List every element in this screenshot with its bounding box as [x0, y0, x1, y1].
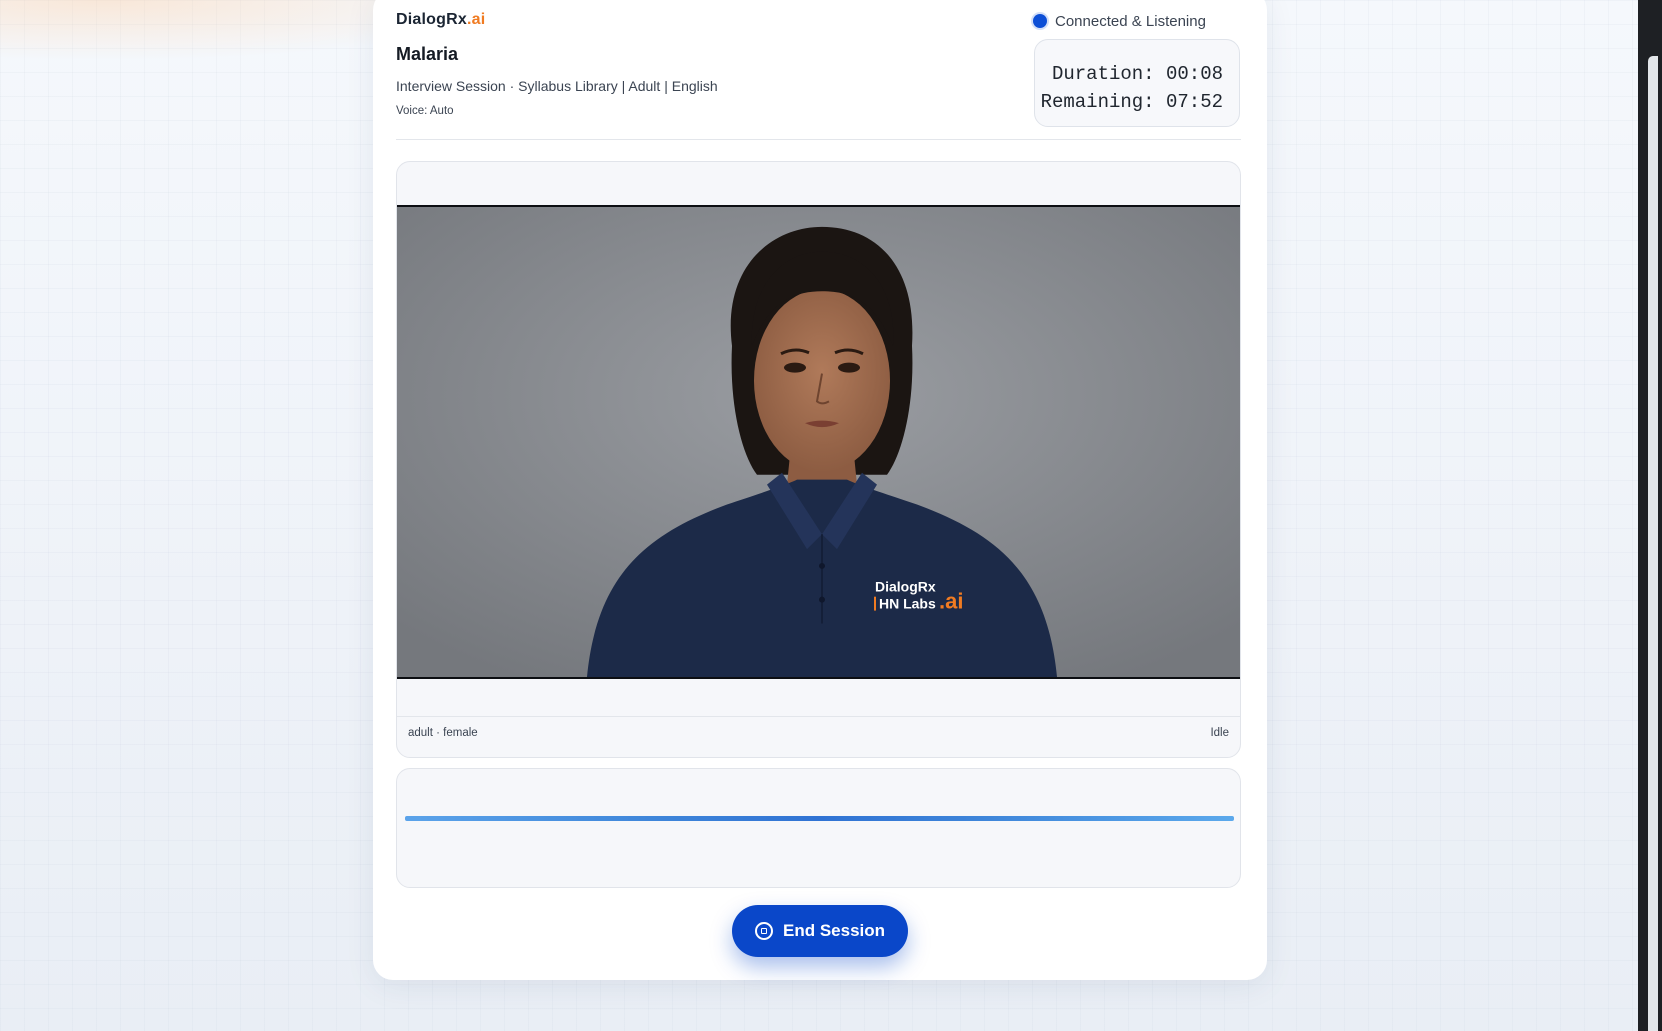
stop-circle-icon: [754, 922, 773, 940]
scrollbar-track[interactable]: [1638, 0, 1662, 1031]
status-label: Connected & Listening: [1055, 12, 1206, 30]
scrollbar-thumb[interactable]: [1648, 56, 1658, 1031]
session-title: Malaria: [396, 44, 459, 64]
avatar-video: DialogRx HN Labs .ai: [397, 205, 1240, 679]
remaining-readout: Remaining: 07:52: [1040, 91, 1223, 113]
avatar-video-panel: DialogRx HN Labs .ai adult · female Idle: [396, 161, 1241, 758]
end-session-label: End Session: [782, 921, 886, 940]
brand-name: DialogRx: [396, 11, 467, 28]
avatar-portrait: DialogRx HN Labs .ai: [397, 207, 1240, 677]
status-indicator-icon: [1033, 14, 1047, 28]
shirt-logo-line1: DialogRx: [875, 579, 936, 595]
video-footer-divider: [397, 716, 1240, 717]
header-divider: [396, 139, 1241, 140]
avatar-profile: adult · female: [408, 727, 478, 739]
session-timer: Duration: 00:08 Remaining: 07:52: [1034, 39, 1240, 127]
shirt-logo-suffix: .ai: [939, 589, 963, 614]
brand-suffix: .ai: [466, 11, 486, 28]
session-card: DialogRx.ai Malaria Interview Session · …: [373, 0, 1267, 980]
shirt-logo-line2: HN Labs: [879, 596, 936, 612]
brand-logo: DialogRx.ai: [396, 11, 485, 29]
audio-waveform: [405, 816, 1234, 821]
duration-readout: Duration: 00:08: [1051, 63, 1223, 85]
session-subtitle: Interview Session · Syllabus Library | A…: [396, 78, 718, 94]
audio-waveform-panel: [396, 768, 1241, 888]
connection-status: Connected & Listening: [1033, 11, 1206, 31]
end-session-button[interactable]: End Session: [732, 905, 908, 957]
avatar-state: Idle: [1210, 727, 1229, 739]
voice-setting: Voice: Auto: [396, 105, 454, 117]
